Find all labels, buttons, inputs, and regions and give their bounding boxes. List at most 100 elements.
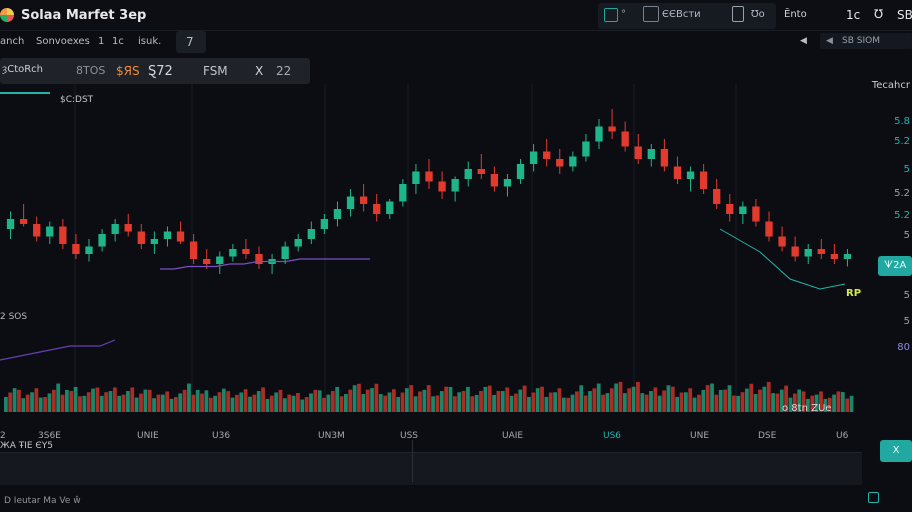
candle-body: [346, 196, 355, 209]
candle-body: [713, 189, 721, 204]
volume-bar: [845, 398, 850, 412]
bottom-badge[interactable]: Ⅹ: [880, 440, 912, 462]
volume-bar: [30, 392, 34, 412]
time-label: UAIE: [502, 431, 524, 441]
volume-bar: [509, 395, 514, 412]
volume-bar: [126, 391, 130, 412]
volume-bar: [753, 394, 758, 412]
candle-body: [46, 226, 54, 237]
current-price-badge: ᗐ2A: [878, 256, 912, 276]
volume-bar: [156, 394, 161, 412]
toolbar-item-interval-alt[interactable]: 1c: [112, 36, 124, 47]
candle-body: [137, 231, 145, 244]
legend-label: $C:DST: [60, 95, 94, 105]
volume-bar: [457, 392, 462, 412]
candle-body: [150, 239, 159, 244]
volume-bar: [174, 397, 178, 412]
volume-bar: [208, 397, 213, 412]
volume-bar: [339, 396, 344, 412]
volume-bar: [679, 392, 684, 412]
toolbar-item-indicators[interactable]: isuk.: [138, 36, 161, 47]
volume-bar: [548, 392, 553, 412]
volume-bar: [653, 387, 658, 412]
volume-bar: [99, 395, 104, 412]
volume-bar: [139, 393, 143, 412]
indicator-label[interactable]: ЄЄВсти: [662, 9, 701, 20]
volume-bar: [378, 394, 383, 412]
volume-bar: [487, 385, 492, 412]
toolbar-item-undo[interactable]: 7: [186, 35, 194, 49]
panel-toggle-icon[interactable]: [868, 492, 879, 503]
replay-button[interactable]: Ēnto: [784, 9, 807, 20]
symbol-name[interactable]: ȝCtoRch: [2, 64, 43, 75]
volume-bar: [235, 394, 239, 412]
axis-title: Tecahcr: [871, 80, 910, 91]
volume-bar: [352, 385, 357, 412]
candle-body: [425, 171, 433, 182]
candle-body: [59, 226, 67, 244]
nav-back-icon[interactable]: ◀: [800, 36, 807, 46]
alert-icon[interactable]: [732, 6, 744, 22]
candle-body: [543, 151, 551, 159]
candle-body: [72, 244, 80, 254]
settings-gear-icon[interactable]: ℧: [874, 7, 883, 21]
account-button[interactable]: SB: [897, 8, 912, 22]
time-label: U36: [212, 431, 231, 441]
candle-body: [817, 249, 825, 254]
time-label: UN3M: [318, 431, 345, 441]
volume-bar: [400, 392, 405, 412]
volume-bar: [570, 394, 575, 412]
price-chart[interactable]: [0, 84, 862, 428]
volume-bar: [631, 386, 636, 412]
candle-body: [660, 149, 669, 167]
time-sub-label: ЖA ŦIE ЄY5: [0, 441, 53, 451]
volume-bar: [134, 397, 139, 412]
candle-body: [373, 204, 381, 214]
candle-body: [320, 219, 329, 229]
volume-bar: [365, 389, 370, 412]
volume-bar: [322, 397, 326, 412]
volume-bar: [601, 394, 605, 412]
volume-bar: [121, 394, 126, 412]
volume-bar: [422, 389, 427, 412]
volume-bar: [592, 388, 597, 412]
toolbar-item-compare[interactable]: Sonvoexes: [36, 36, 90, 47]
price-axis[interactable]: Tecahcr 5.8 5.2 5 5.2 5.2 5 ᗐ2A 5 5 80: [862, 60, 912, 440]
candle-body: [503, 179, 512, 187]
volume-bar: [579, 385, 584, 412]
volume-bar: [649, 391, 653, 412]
alert-label[interactable]: Ʊo: [751, 9, 765, 20]
candle-body: [163, 231, 172, 239]
price-tick: 5.2: [894, 188, 910, 199]
time-axis[interactable]: 2 3S6E UNIE U36 UN3M USS UAIE US6 UNE DS…: [0, 428, 862, 451]
time-label: U6: [836, 431, 849, 441]
volume-bar: [535, 388, 540, 412]
bottom-panel[interactable]: [0, 452, 862, 485]
close-icon[interactable]: X: [255, 64, 263, 78]
volume-bar: [723, 389, 727, 412]
volume-bar: [169, 398, 174, 412]
volume-bar: [51, 389, 56, 412]
toolbar-item-interval[interactable]: 1: [98, 36, 104, 47]
volume-bar: [396, 396, 401, 412]
volume-bar: [448, 386, 453, 412]
price-tick: 80: [897, 342, 910, 353]
candle-body: [765, 221, 773, 237]
layout-icon[interactable]: [604, 8, 618, 22]
interval-button[interactable]: 1c: [846, 8, 860, 22]
volume-bar: [583, 395, 588, 412]
volume-bar: [675, 396, 680, 412]
volume-bar: [78, 396, 82, 412]
indicator-icon[interactable]: [643, 6, 659, 22]
volume-bar: [627, 388, 632, 412]
volume-bar: [705, 385, 710, 412]
volume-bar: [771, 393, 775, 412]
volume-bar: [470, 396, 475, 412]
app-logo-icon: [0, 8, 14, 22]
toolbar-item-search[interactable]: anch: [0, 36, 24, 47]
volume-bar: [383, 395, 387, 412]
nav-prev-icon[interactable]: ◀: [826, 36, 833, 46]
volume-bar: [692, 397, 697, 412]
volume-bar: [8, 392, 13, 412]
volume-bar: [313, 389, 318, 412]
